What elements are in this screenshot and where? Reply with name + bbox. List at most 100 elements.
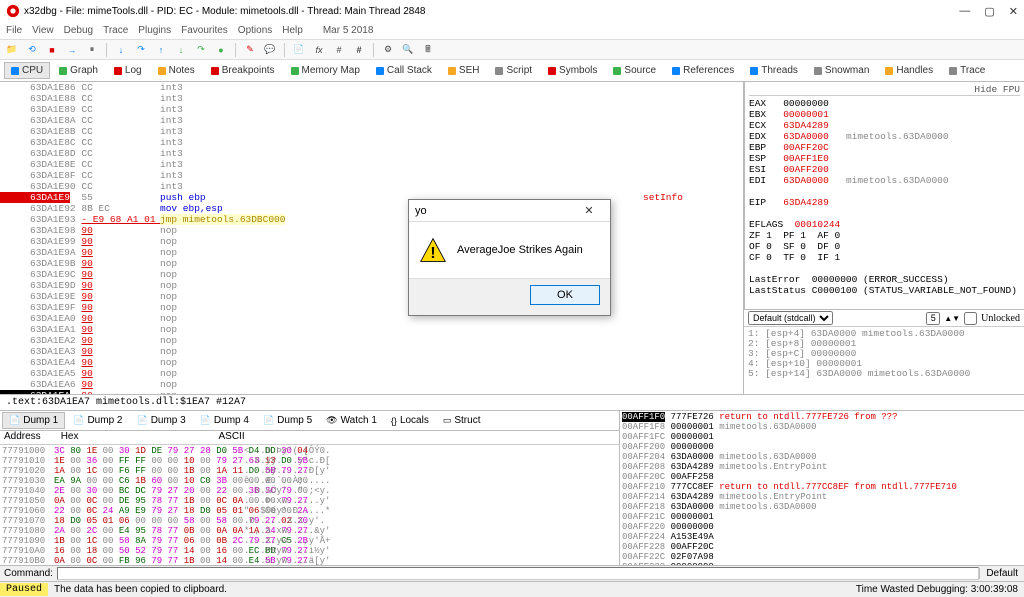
script-icon[interactable]: 📄 [291, 42, 307, 58]
tab-notes[interactable]: Notes [151, 62, 202, 79]
tab-symbols[interactable]: Symbols [541, 62, 604, 79]
pause-icon[interactable]: ⏸ [84, 42, 100, 58]
dump-row[interactable]: 777910B00A 00 0C 00 FB 96 79 77 1B 00 14… [2, 556, 617, 565]
stack-row[interactable]: 00AFF1FC 00000001 [620, 432, 1024, 442]
command-input[interactable] [57, 567, 979, 580]
disasm-row[interactable]: 63DA1E8A CCint3 [0, 115, 743, 126]
disasm-row[interactable]: 63DA1E92 8B ECmov ebp,esp [0, 203, 743, 214]
menu-plugins[interactable]: Plugins [138, 25, 171, 36]
dump-row[interactable]: 777910402E 00 30 00 BC DC 79 27 20 00 22… [2, 486, 617, 496]
disasm-row[interactable]: 63DA1EA3 90nop [0, 346, 743, 357]
disasm-row[interactable]: 63DA1E8B CCint3 [0, 126, 743, 137]
stack-row[interactable]: 00AFF230 00000000 [620, 562, 1024, 565]
menu-favourites[interactable]: Favourites [181, 25, 228, 36]
tab-log[interactable]: Log [107, 62, 149, 79]
dump-row[interactable]: 7779106022 00 0C 24 A9 E9 79 27 18 D0 05… [2, 506, 617, 516]
tab-call-stack[interactable]: Call Stack [369, 62, 439, 79]
disasm-row[interactable]: 63DA1EA0 90nop [0, 313, 743, 324]
tab-snowman[interactable]: Snowman [807, 62, 876, 79]
dump-tab-2[interactable]: 📄Dump 3 [130, 413, 191, 428]
disasm-row[interactable]: 63DA1E9F 90nop [0, 302, 743, 313]
disasm-row[interactable]: 63DA1E89 CCint3 [0, 104, 743, 115]
disasm-row[interactable]: 63DA1EA1 90nop [0, 324, 743, 335]
tab-references[interactable]: References [665, 62, 741, 79]
disasm-row[interactable]: 63DA1E8D CCint3 [0, 148, 743, 159]
dump-row[interactable]: 777910201A 00 1C 00 F6 FF 00 00 1B 00 1A… [2, 466, 617, 476]
disassembly-view[interactable]: 63DA1E86 CCint363DA1E88 CCint363DA1E89 C… [0, 82, 744, 394]
stack-row[interactable]: 00AFF208 63DA4289 mimetools.EntryPoint [620, 462, 1024, 472]
disasm-row[interactable]: 63DA1E90 CCint3 [0, 181, 743, 192]
settings-icon[interactable]: ⚙ [380, 42, 396, 58]
tab-source[interactable]: Source [606, 62, 663, 79]
close-button[interactable]: ✕ [1009, 5, 1018, 18]
maximize-button[interactable]: ▢ [984, 5, 994, 18]
dump-tab-1[interactable]: 📄Dump 2 [67, 413, 128, 428]
dialog-ok-button[interactable]: OK [530, 285, 600, 305]
menu-debug[interactable]: Debug [64, 25, 93, 36]
comment-icon[interactable]: 💬 [262, 42, 278, 58]
run-icon[interactable]: → [64, 42, 80, 58]
registers-panel[interactable]: Hide FPU EAX 00000000EBX 00000001ECX 63D… [744, 82, 1024, 309]
dump-row[interactable]: 777910003C 80 1E 00 30 1D DE 79 27 28 D0… [2, 446, 617, 456]
arg-count-spin[interactable] [926, 312, 940, 325]
disasm-row[interactable]: 63DA1EA5 90nop [0, 368, 743, 379]
dump-tab-4[interactable]: 📄Dump 5 [257, 413, 318, 428]
dump-tab-5[interactable]: 👁Watch 1 [320, 413, 383, 428]
dump-tab-6[interactable]: {}Locals [385, 413, 435, 428]
stack-row[interactable]: 00AFF1F8 00000001 mimetools.63DA0000 [620, 422, 1024, 432]
dialog-close-button[interactable]: ✕ [574, 204, 604, 217]
disasm-row[interactable]: 63DA1E9E 90nop [0, 291, 743, 302]
dump-row[interactable]: 7779107018 D0 05 01 06 00 00 00 58 00 58… [2, 516, 617, 526]
menu-trace[interactable]: Trace [103, 25, 128, 36]
tab-memory-map[interactable]: Memory Map [284, 62, 367, 79]
search-icon[interactable]: 🔍 [400, 42, 416, 58]
stack-panel[interactable]: 00AFF1F0 777FE726 return to ntdll.777FE7… [619, 411, 1024, 565]
dump-tab-3[interactable]: 📄Dump 4 [194, 413, 255, 428]
disasm-row[interactable]: 63DA1E86 CCint3 [0, 82, 743, 93]
hide-fpu-link[interactable]: Hide FPU [974, 84, 1020, 95]
stack-row[interactable]: 00AFF214 63DA4289 mimetools.EntryPoint [620, 492, 1024, 502]
hash-icon[interactable]: # [331, 42, 347, 58]
disasm-row[interactable]: 63DA1E9D 90nop [0, 280, 743, 291]
tab-threads[interactable]: Threads [743, 62, 805, 79]
dump-row[interactable]: 777910802A 00 2C 00 E4 95 78 77 0B 00 0A… [2, 526, 617, 536]
stack-row[interactable]: 00AFF21C 00000001 [620, 512, 1024, 522]
calling-convention-select[interactable]: Default (stdcall) [748, 311, 833, 325]
disasm-row[interactable]: 63DA1E8E CCint3 [0, 159, 743, 170]
disasm-row[interactable]: 63DA1E9C 90nop [0, 269, 743, 280]
stack-row[interactable]: 00AFF224 A153E49A [620, 532, 1024, 542]
args-panel[interactable]: Default (stdcall) ▲▼ Unlocked 1: [esp+4]… [744, 309, 1024, 394]
menu-options[interactable]: Options [238, 25, 272, 36]
open-icon[interactable]: 📁 [4, 42, 20, 58]
dump-tab-7[interactable]: ▭Struct [437, 413, 487, 428]
disasm-row[interactable]: 63DA1E8C CCint3 [0, 137, 743, 148]
minimize-button[interactable]: — [959, 5, 970, 18]
disasm-row[interactable]: 63DA1EA7 90nop [0, 390, 743, 394]
step-out-icon[interactable]: ↑ [153, 42, 169, 58]
command-profile[interactable]: Default [979, 568, 1024, 579]
dump-row[interactable]: 777910901B 00 1C 00 58 8A 79 77 06 00 0B… [2, 536, 617, 546]
stack-row[interactable]: 00AFF22C 02F07A98 [620, 552, 1024, 562]
trace-over-icon[interactable]: ↷ [193, 42, 209, 58]
disasm-row[interactable]: 63DA1EA6 90nop [0, 379, 743, 390]
stack-row[interactable]: 00AFF20C 00AFF258 [620, 472, 1024, 482]
disasm-row[interactable]: 63DA1EA4 90nop [0, 357, 743, 368]
menu-file[interactable]: File [6, 25, 22, 36]
menu-view[interactable]: View [32, 25, 54, 36]
dump-row[interactable]: 77791030EA 9A 00 00 C6 1B 60 00 10 C0 3B… [2, 476, 617, 486]
dump-panel[interactable]: 📄Dump 1📄Dump 2📄Dump 3📄Dump 4📄Dump 5👁Watc… [0, 411, 619, 565]
stack-row[interactable]: 00AFF210 777CC8EF return to ntdll.777CC8… [620, 482, 1024, 492]
tab-cpu[interactable]: CPU [4, 62, 50, 79]
stop-icon[interactable]: ■ [44, 42, 60, 58]
tab-graph[interactable]: Graph [52, 62, 105, 79]
disasm-row[interactable]: 63DA1EA2 90nop [0, 335, 743, 346]
disasm-row[interactable]: 63DA1E9A 90nop [0, 247, 743, 258]
menu-help[interactable]: Help [282, 25, 303, 36]
stack-row[interactable]: 00AFF218 63DA0000 mimetools.63DA0000 [620, 502, 1024, 512]
stack-row[interactable]: 00AFF200 00000000 [620, 442, 1024, 452]
disasm-row[interactable]: 63DA1E9B 90nop [0, 258, 743, 269]
dump-tab-0[interactable]: 📄Dump 1 [2, 412, 65, 429]
run-to-user-icon[interactable]: ● [213, 42, 229, 58]
tab-seh[interactable]: SEH [441, 62, 487, 79]
stack-row[interactable]: 00AFF204 63DA0000 mimetools.63DA0000 [620, 452, 1024, 462]
